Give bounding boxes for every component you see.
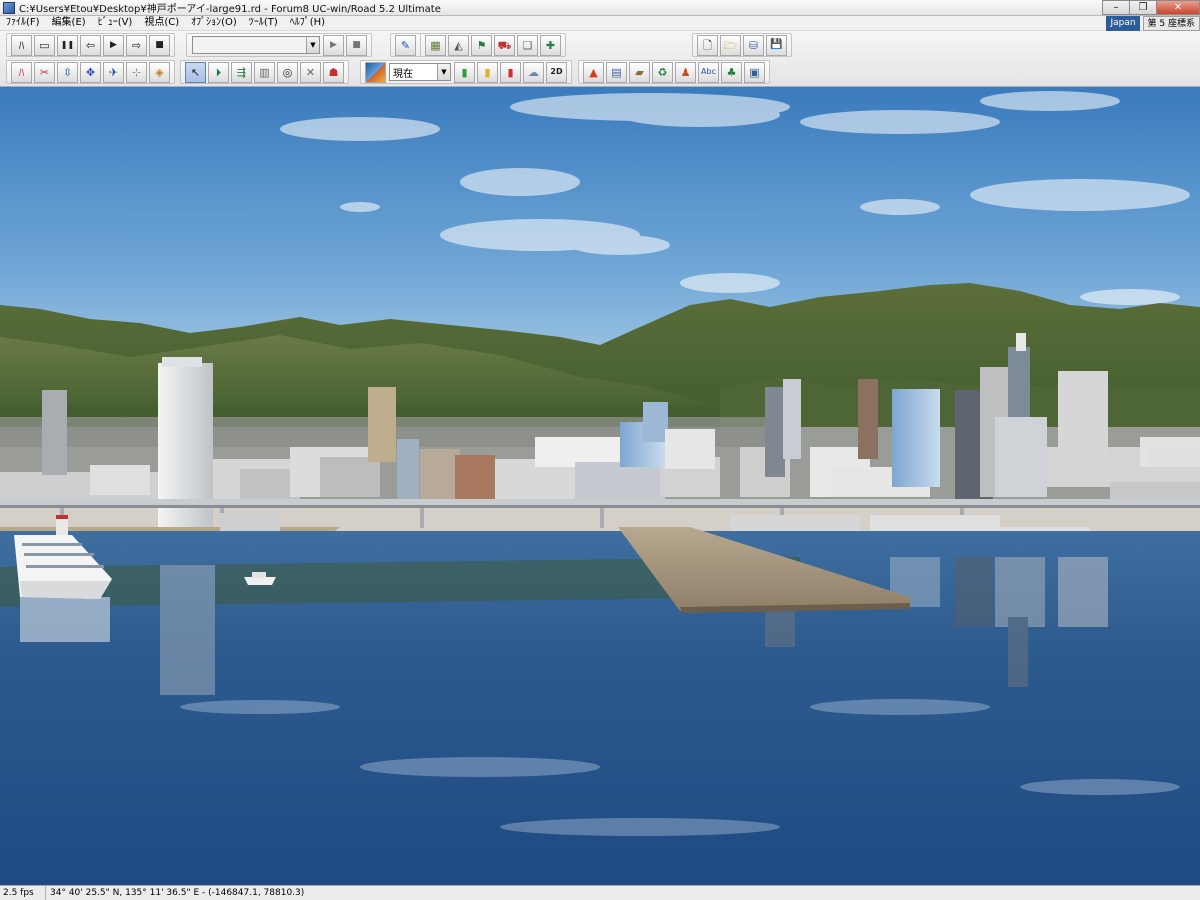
fly-icon[interactable]: ✈	[103, 61, 124, 83]
add-model-icon[interactable]: ✚	[540, 34, 561, 56]
screenshot-icon[interactable]: ▣	[744, 61, 765, 83]
stop-icon[interactable]: ■	[149, 34, 170, 56]
time-combo-value: 現在	[393, 68, 413, 80]
rotate-icon[interactable]: ⊹	[126, 61, 147, 83]
toolbar-area: ﾊ ▭ ❚❚ ⇦ ▶ ⇨ ■ ▼ ▶ ■ ✎ ▦ ◭ ⚑ ⛟ ❏ ✚ 🗋 🗁 ⛁…	[0, 31, 1200, 87]
file-toolbar: 🗋 🗁 ⛁ 💾	[692, 33, 792, 57]
vehicle-icon[interactable]: ⛟	[494, 34, 515, 56]
chevron-down-icon: ▼	[306, 37, 319, 53]
scene-render[interactable]	[0, 87, 1200, 885]
fly-through-icon[interactable]: ⇶	[231, 61, 252, 83]
maximize-button[interactable]: ❐	[1129, 0, 1157, 15]
text-label-icon[interactable]: Abc	[698, 61, 719, 83]
menu-tools[interactable]: ﾂｰﾙ(T)	[243, 16, 284, 30]
recycle-icon[interactable]: ♻	[652, 61, 673, 83]
brush-icon[interactable]: ✎	[395, 34, 416, 56]
view-2d-icon[interactable]: 2D	[546, 61, 567, 83]
steering-wheel-icon[interactable]: ◎	[277, 61, 298, 83]
grid-icon[interactable]: ▤	[606, 61, 627, 83]
people-icon[interactable]: ♟	[675, 61, 696, 83]
tree-icon[interactable]: ♣	[721, 61, 742, 83]
status-bar: 2.5 fps 34° 40' 25.5" N, 135° 11' 36.5" …	[0, 885, 1200, 900]
time-combo[interactable]: 現在 ▼	[389, 63, 451, 81]
sky-icon[interactable]	[365, 61, 386, 83]
play-icon[interactable]: ▶	[103, 34, 124, 56]
menu-edit[interactable]: 編集(E)	[46, 16, 92, 30]
person-icon[interactable]: ☗	[323, 61, 344, 83]
minimize-button[interactable]: –	[1102, 0, 1130, 15]
wand-icon[interactable]: ◈	[149, 61, 170, 83]
scenario-play-icon[interactable]: ▶	[323, 34, 344, 56]
window-title: C:¥Users¥Etou¥Desktop¥神戸ポーアイ-large91.rd …	[19, 4, 441, 15]
warning-icon[interactable]: ▲	[583, 61, 604, 83]
region-badge[interactable]: Japan	[1106, 16, 1140, 31]
close-button[interactable]: ✕	[1156, 0, 1200, 15]
drive-flag-icon[interactable]: ⏵	[208, 61, 229, 83]
pause-icon[interactable]: ❚❚	[57, 34, 78, 56]
save-icon[interactable]: 💾	[766, 34, 787, 56]
menu-right-area: Japan 第 5 座標系	[1103, 16, 1200, 31]
menu-help[interactable]: ﾍﾙﾌﾟ(H)	[284, 16, 331, 30]
scenario-combo[interactable]: ▼	[192, 36, 320, 54]
app-icon[interactable]	[3, 1, 15, 14]
menu-view[interactable]: ﾋﾞｭｰ(V)	[92, 16, 139, 30]
cross-tool-icon[interactable]: ✕	[300, 61, 321, 83]
folder-icon[interactable]: ▭	[34, 34, 55, 56]
location-readout: 34° 40' 25.5" N, 135° 11' 36.5" E - (-14…	[50, 888, 305, 898]
coordinate-system-badge[interactable]: 第 5 座標系	[1142, 16, 1200, 31]
window-controls: – ❐ ✕	[1102, 0, 1200, 16]
select-pointer-icon[interactable]: ↖	[185, 61, 206, 83]
chevron-down-icon: ▼	[437, 64, 450, 80]
traffic-light-yellow-icon[interactable]: ▮	[477, 61, 498, 83]
menu-options[interactable]: ｵﾌﾟｼｮﾝ(O)	[185, 16, 243, 30]
scenario-toolbar: ▼ ▶ ■	[186, 33, 372, 57]
menu-bar: ﾌｧｲﾙ(F) 編集(E) ﾋﾞｭｰ(V) 視点(C) ｵﾌﾟｼｮﾝ(O) ﾂｰ…	[0, 16, 1200, 31]
navigation-toolbar: ﾊ ✂ ⇳ ✥ ✈ ⊹ ◈	[6, 60, 175, 84]
open-folder-icon[interactable]: 🗁	[720, 34, 741, 56]
traffic-light-red-icon[interactable]: ▮	[500, 61, 521, 83]
new-file-icon[interactable]: 🗋	[697, 34, 718, 56]
traffic-light-green-icon[interactable]: ▮	[454, 61, 475, 83]
edit-toolbar: ✎	[390, 33, 421, 57]
step-forward-icon[interactable]: ⇨	[126, 34, 147, 56]
menu-file[interactable]: ﾌｧｲﾙ(F)	[0, 16, 46, 30]
3d-viewport[interactable]	[0, 87, 1200, 885]
title-bar: C:¥Users¥Etou¥Desktop¥神戸ポーアイ-large91.rd …	[0, 0, 1200, 16]
scenario-stop-icon[interactable]: ■	[346, 34, 367, 56]
step-back-icon[interactable]: ⇦	[80, 34, 101, 56]
terrain-grid-icon[interactable]: ▦	[425, 34, 446, 56]
document-icon[interactable]: ❏	[517, 34, 538, 56]
tunnel-icon[interactable]: ◭	[448, 34, 469, 56]
cut-icon[interactable]: ✂	[34, 61, 55, 83]
menu-camera[interactable]: 視点(C)	[138, 16, 185, 30]
vertical-move-icon[interactable]: ⇳	[57, 61, 78, 83]
mode-toolbar: ↖ ⏵ ⇶ ▥ ◎ ✕ ☗	[180, 60, 349, 84]
display-toolbar: ▲ ▤ ▰ ♻ ♟ Abc ♣ ▣	[578, 60, 770, 84]
sign-icon[interactable]: ⚑	[471, 34, 492, 56]
pan-icon[interactable]: ✥	[80, 61, 101, 83]
building-icon[interactable]: ▰	[629, 61, 650, 83]
fps-readout: 2.5 fps	[0, 886, 46, 900]
database-icon[interactable]: ⛁	[743, 34, 764, 56]
weather-icon[interactable]: ☁	[523, 61, 544, 83]
road-icon[interactable]: ﾊ	[11, 34, 32, 56]
object-toolbar: ▦ ◭ ⚑ ⛟ ❏ ✚	[420, 33, 566, 57]
table-icon[interactable]: ▥	[254, 61, 275, 83]
road-edit-icon[interactable]: ﾊ	[11, 61, 32, 83]
environment-toolbar: 現在 ▼ ▮ ▮ ▮ ☁ 2D	[360, 60, 572, 84]
simulation-toolbar: ﾊ ▭ ❚❚ ⇦ ▶ ⇨ ■	[6, 33, 175, 57]
